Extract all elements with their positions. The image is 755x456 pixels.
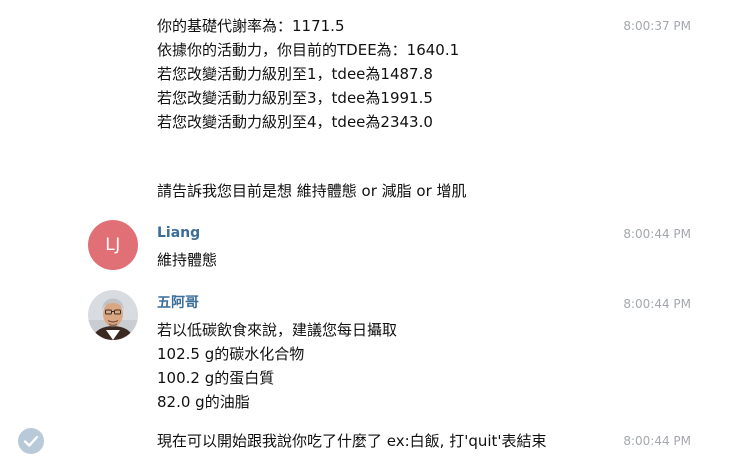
message-text: 若您改變活動力級別至4，tdee為2343.0 bbox=[157, 113, 433, 131]
message-text: 依據你的活動力，你目前的TDEE為：1640.1 bbox=[157, 41, 460, 59]
message-text: 你的基礎代謝率為：1171.5 bbox=[157, 17, 345, 35]
message-text: 現在可以開始跟我說你吃了什麼了 ex:白飯, 打'quit'表結束 bbox=[157, 432, 547, 450]
message-text: 維持體態 bbox=[157, 251, 218, 269]
message-timestamp: 8:00:44 PM bbox=[623, 297, 691, 311]
avatar[interactable] bbox=[88, 290, 138, 340]
message-text: 102.5 g的碳水化合物 bbox=[157, 345, 305, 363]
message-text: 82.0 g的油脂 bbox=[157, 393, 250, 411]
message-text: 若以低碳飲食來說，建議您每日攝取 bbox=[157, 321, 398, 339]
message-text: 若您改變活動力級別至1，tdee為1487.8 bbox=[157, 65, 433, 83]
avatar-initials: LJ bbox=[105, 235, 121, 255]
message-timestamp: 8:00:44 PM bbox=[623, 434, 691, 448]
sender-name[interactable]: 五阿哥 bbox=[157, 294, 199, 312]
avatar[interactable]: LJ bbox=[88, 220, 138, 270]
avatar-photo-icon bbox=[88, 290, 138, 340]
check-icon[interactable] bbox=[17, 427, 45, 455]
message-text: 若您改變活動力級別至3，tdee為1991.5 bbox=[157, 89, 433, 107]
message-text: 請告訴我您目前是想 維持體態 or 減脂 or 增肌 bbox=[157, 182, 467, 200]
sender-name[interactable]: Liang bbox=[157, 224, 200, 242]
message-text: 100.2 g的蛋白質 bbox=[157, 369, 275, 387]
message-timestamp: 8:00:44 PM bbox=[623, 227, 691, 241]
message-timestamp: 8:00:37 PM bbox=[623, 19, 691, 33]
